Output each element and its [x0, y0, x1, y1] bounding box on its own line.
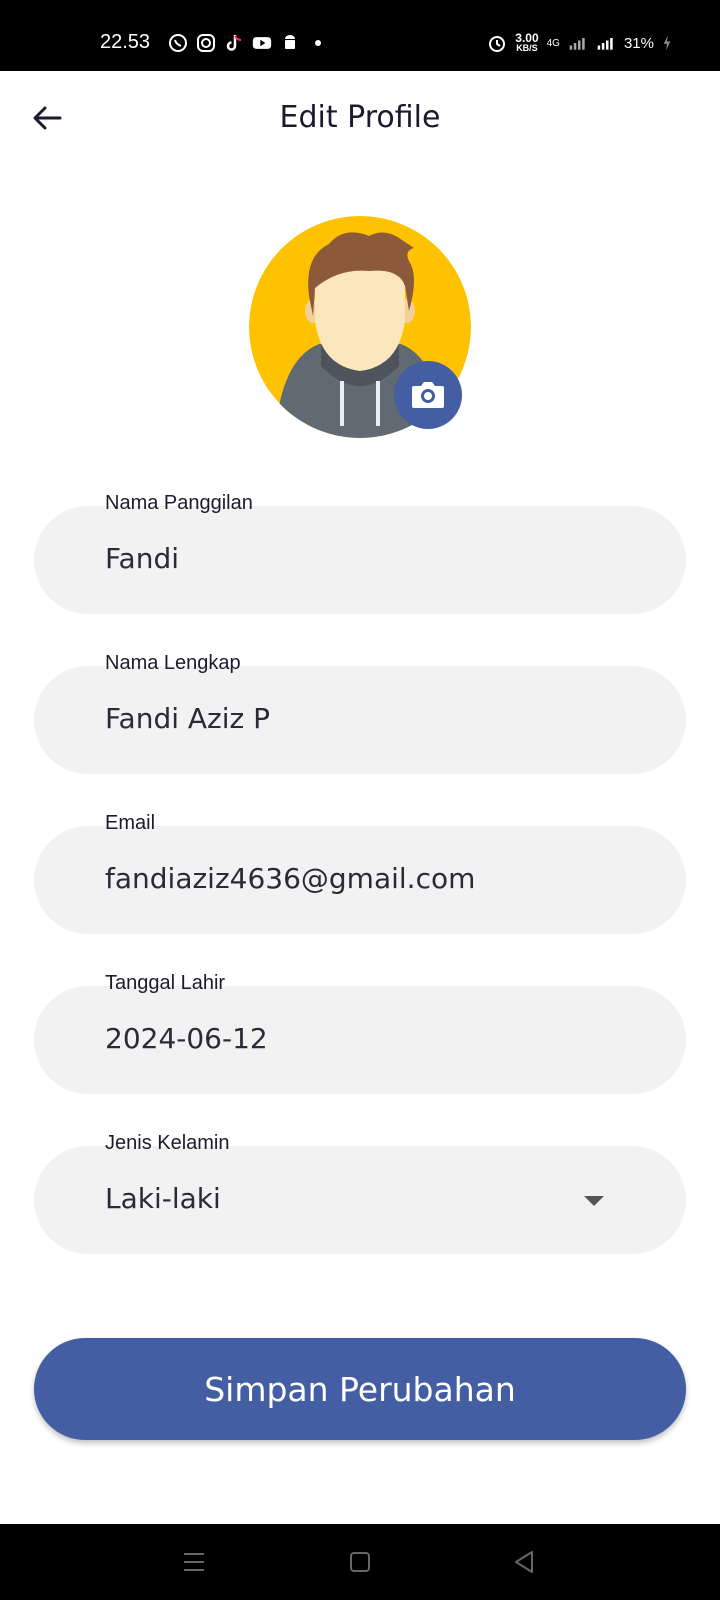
- home-icon[interactable]: [346, 1548, 374, 1576]
- profile-photo[interactable]: [249, 216, 471, 438]
- nickname-label: Nama Panggilan: [105, 492, 253, 514]
- camera-icon: [412, 382, 444, 408]
- gender-value[interactable]: Laki-laki: [105, 1182, 221, 1215]
- gender-label: Jenis Kelamin: [105, 1132, 230, 1154]
- gender-field[interactable]: Jenis Kelamin Laki-laki: [34, 1132, 686, 1254]
- nickname-value[interactable]: Fandi: [105, 542, 179, 575]
- system-status: 3.00 KB/S 4G 31%: [487, 31, 672, 53]
- alarm-icon: [489, 36, 506, 52]
- battery-level: 31%: [623, 34, 654, 52]
- email-field[interactable]: Email fandiaziz4636@gmail.com: [34, 812, 686, 934]
- birth-date-value[interactable]: 2024-06-12: [105, 1022, 268, 1055]
- network-speed-value: 3.00: [515, 31, 539, 45]
- system-nav-bar: [0, 1524, 720, 1600]
- network-speed-unit: KB/S: [516, 43, 538, 53]
- menu-icon[interactable]: [180, 1548, 208, 1576]
- whatsapp-icon: [169, 34, 187, 52]
- signal-strength-icon: [597, 38, 613, 50]
- birth-date-field[interactable]: Tanggal Lahir 2024-06-12: [34, 972, 686, 1094]
- birth-date-label: Tanggal Lahir: [105, 972, 226, 994]
- change-photo-button[interactable]: [394, 361, 462, 429]
- network-speed: 3.00 KB/S: [515, 31, 539, 53]
- instagram-icon: [197, 34, 215, 52]
- back-icon[interactable]: [510, 1548, 538, 1576]
- save-changes-button[interactable]: Simpan Perubahan: [34, 1338, 686, 1440]
- full-name-label: Nama Lengkap: [105, 652, 241, 674]
- full-name-field[interactable]: Nama Lengkap Fandi Aziz P: [34, 652, 686, 774]
- charging-icon: [663, 35, 671, 51]
- nickname-field[interactable]: Nama Panggilan Fandi: [34, 492, 686, 614]
- signal-icon: [569, 38, 585, 50]
- email-value[interactable]: fandiaziz4636@gmail.com: [105, 862, 475, 895]
- full-name-value[interactable]: Fandi Aziz P: [105, 702, 270, 735]
- more-notifications-icon: [315, 40, 321, 46]
- page-title: Edit Profile: [279, 100, 441, 135]
- status-bar: 22.53 3.00 KB/S 4G 31%: [0, 0, 720, 71]
- network-type: 4G: [546, 37, 560, 49]
- notification-icons: [168, 33, 328, 53]
- status-time: 22.53: [100, 31, 151, 53]
- android-icon: [285, 35, 295, 49]
- email-label: Email: [105, 812, 156, 834]
- dropdown-arrow-icon[interactable]: [584, 1196, 604, 1206]
- tiktok-icon: [226, 35, 242, 51]
- youtube-icon: [252, 37, 272, 49]
